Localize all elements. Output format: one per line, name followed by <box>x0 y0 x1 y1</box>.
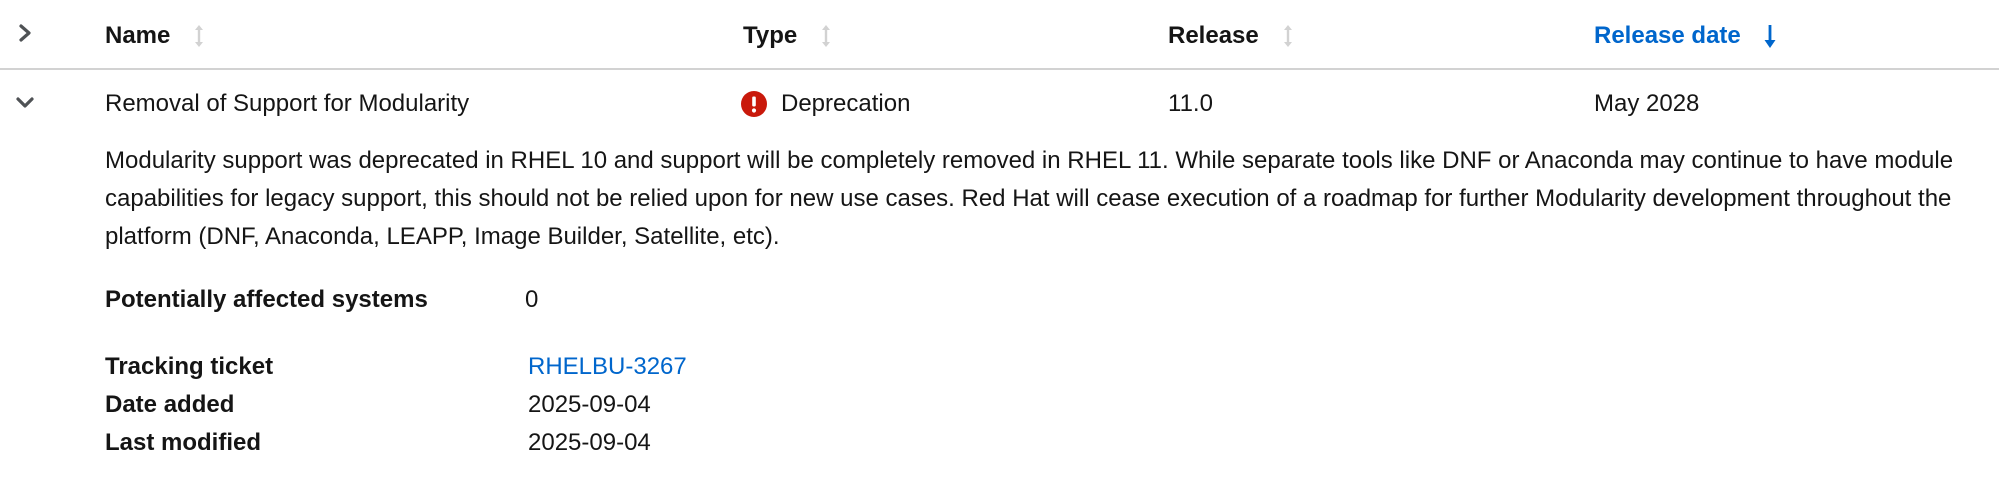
affected-systems-value: 0 <box>525 286 539 313</box>
chevron-down-icon[interactable] <box>14 92 36 114</box>
chevron-right-icon[interactable] <box>14 22 36 44</box>
table-header-row: Name Type Release Release date <box>0 0 1999 70</box>
row-release-date: May 2028 <box>1594 90 1700 117</box>
row-type-label: Deprecation <box>781 90 911 117</box>
column-header-release-date[interactable]: Release date <box>1594 19 1777 53</box>
sort-icon <box>1283 25 1292 47</box>
tracking-ticket-link[interactable]: RHELBU-3267 <box>528 353 687 381</box>
tracking-ticket-label: Tracking ticket <box>105 353 274 380</box>
row-release: 11.0 <box>1168 90 1213 117</box>
exclamation-circle-icon <box>741 91 767 117</box>
column-header-name-label: Name <box>105 22 171 49</box>
column-header-type[interactable]: Type <box>743 19 833 53</box>
change-description: Modularity support was deprecated in RHE… <box>105 147 1954 250</box>
column-header-release-date-label: Release date <box>1594 22 1741 49</box>
column-header-type-label: Type <box>743 22 798 49</box>
affected-systems-label: Potentially affected systems <box>105 286 428 313</box>
upcoming-changes-table: Name Type Release Release date Removal o… <box>0 0 1999 480</box>
column-header-release[interactable]: Release <box>1168 19 1295 53</box>
last-modified-label: Last modified <box>105 429 262 456</box>
row-type: Deprecation <box>741 90 910 118</box>
sort-icon <box>822 25 831 47</box>
date-added-label: Date added <box>105 391 235 418</box>
last-modified-value: 2025-09-04 <box>528 429 651 456</box>
column-header-release-label: Release <box>1168 22 1259 49</box>
sort-descending-icon <box>1764 25 1776 48</box>
sort-icon <box>195 25 204 47</box>
date-added-value: 2025-09-04 <box>528 391 651 418</box>
row-name: Removal of Support for Modularity <box>105 90 470 117</box>
column-header-name[interactable]: Name <box>105 19 206 53</box>
